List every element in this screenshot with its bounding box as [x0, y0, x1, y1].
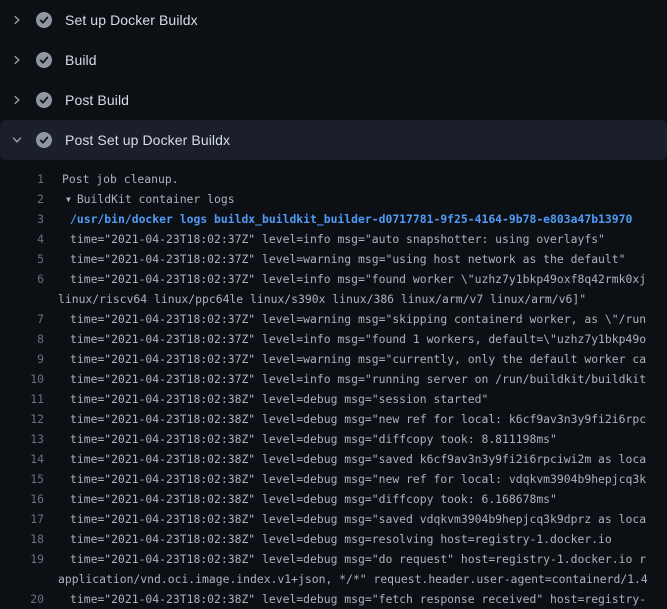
log-row: 8time="2021-04-23T18:02:37Z" level=info …: [0, 329, 667, 349]
log-group-toggle[interactable]: ▼ BuildKit container logs: [0, 189, 667, 209]
log-row: 2 ▼ BuildKit container logs: [0, 189, 667, 209]
log-row: 14time="2021-04-23T18:02:38Z" level=debu…: [0, 449, 667, 469]
line-number[interactable]: 1: [0, 169, 44, 189]
log-row: 17time="2021-04-23T18:02:38Z" level=debu…: [0, 509, 667, 529]
log-row: 4time="2021-04-23T18:02:37Z" level=info …: [0, 229, 667, 249]
log-row: 15time="2021-04-23T18:02:38Z" level=debu…: [0, 469, 667, 489]
log-row: 3/usr/bin/docker logs buildx_buildkit_bu…: [0, 209, 667, 229]
line-number[interactable]: 14: [0, 449, 44, 469]
step-label: Build: [65, 52, 97, 68]
step-label: Set up Docker Buildx: [65, 12, 198, 28]
log-row: 12time="2021-04-23T18:02:38Z" level=debu…: [0, 409, 667, 429]
line-number[interactable]: 2: [0, 189, 44, 209]
line-number[interactable]: 3: [0, 209, 44, 229]
line-number[interactable]: 15: [0, 469, 44, 489]
line-number[interactable]: 17: [0, 509, 44, 529]
log-row: 6time="2021-04-23T18:02:37Z" level=info …: [0, 269, 667, 289]
log-text: time="2021-04-23T18:02:38Z" level=debug …: [0, 449, 667, 469]
check-circle-icon: [36, 52, 52, 68]
chevron-right-icon: [11, 54, 23, 66]
line-number[interactable]: 4: [0, 229, 44, 249]
log-row: 1Post job cleanup.: [0, 169, 667, 189]
log-row: linux/riscv64 linux/ppc64le linux/s390x …: [0, 289, 667, 309]
line-number[interactable]: 5: [0, 249, 44, 269]
steps-list: Set up Docker Buildx Build Post Build Post …: [0, 0, 667, 160]
log-text: time="2021-04-23T18:02:38Z" level=debug …: [0, 409, 667, 429]
log-text: time="2021-04-23T18:02:38Z" level=debug …: [0, 389, 667, 409]
log-text: time="2021-04-23T18:02:38Z" level=debug …: [0, 489, 667, 509]
log-row: application/vnd.oci.image.index.v1+json,…: [0, 569, 667, 589]
log-row: 10time="2021-04-23T18:02:37Z" level=info…: [0, 369, 667, 389]
line-number[interactable]: 6: [0, 269, 44, 289]
line-number[interactable]: 18: [0, 529, 44, 549]
log-command-text: /usr/bin/docker logs buildx_buildkit_bui…: [0, 209, 667, 229]
chevron-down-icon: [11, 134, 23, 146]
log-row: 16time="2021-04-23T18:02:38Z" level=debu…: [0, 489, 667, 509]
log-text: time="2021-04-23T18:02:38Z" level=debug …: [0, 589, 667, 609]
check-circle-icon: [36, 12, 52, 28]
log-row: 13time="2021-04-23T18:02:38Z" level=debu…: [0, 429, 667, 449]
step-row-build[interactable]: Build: [0, 40, 667, 80]
log-text: application/vnd.oci.image.index.v1+json,…: [0, 569, 667, 589]
log-row: 11time="2021-04-23T18:02:38Z" level=debu…: [0, 389, 667, 409]
log-row: 9time="2021-04-23T18:02:37Z" level=warni…: [0, 349, 667, 369]
triangle-down-icon: ▼: [66, 190, 71, 209]
log-row: 5time="2021-04-23T18:02:37Z" level=warni…: [0, 249, 667, 269]
line-number[interactable]: 8: [0, 329, 44, 349]
line-number[interactable]: 16: [0, 489, 44, 509]
line-number[interactable]: 7: [0, 309, 44, 329]
step-label: Post Set up Docker Buildx: [65, 132, 230, 148]
line-number[interactable]: 20: [0, 589, 44, 609]
log-lines: 1Post job cleanup.2 ▼ BuildKit container l…: [0, 160, 667, 609]
log-text: time="2021-04-23T18:02:37Z" level=info m…: [0, 329, 667, 349]
log-text: time="2021-04-23T18:02:38Z" level=debug …: [0, 429, 667, 449]
chevron-right-icon: [11, 94, 23, 106]
step-row-post-build[interactable]: Post Build: [0, 80, 667, 120]
step-label: Post Build: [65, 92, 129, 108]
log-row: 18time="2021-04-23T18:02:38Z" level=debu…: [0, 529, 667, 549]
log-text: time="2021-04-23T18:02:38Z" level=debug …: [0, 529, 667, 549]
log-text: time="2021-04-23T18:02:38Z" level=debug …: [0, 549, 667, 569]
log-group-label: BuildKit container logs: [77, 192, 235, 206]
log-row: 20time="2021-04-23T18:02:38Z" level=debu…: [0, 589, 667, 609]
line-number[interactable]: 11: [0, 389, 44, 409]
log-text: time="2021-04-23T18:02:37Z" level=warnin…: [0, 249, 667, 269]
log-text: time="2021-04-23T18:02:37Z" level=info m…: [0, 369, 667, 389]
line-number[interactable]: 12: [0, 409, 44, 429]
line-number[interactable]: 19: [0, 549, 44, 569]
log-text: time="2021-04-23T18:02:37Z" level=warnin…: [0, 309, 667, 329]
chevron-right-icon: [11, 14, 23, 26]
log-text: time="2021-04-23T18:02:37Z" level=info m…: [0, 229, 667, 249]
line-number[interactable]: 13: [0, 429, 44, 449]
log-text: linux/riscv64 linux/ppc64le linux/s390x …: [0, 289, 667, 309]
check-circle-icon: [36, 132, 52, 148]
step-row-post-set-up-docker-buildx[interactable]: Post Set up Docker Buildx: [0, 120, 667, 160]
log-row: 19time="2021-04-23T18:02:38Z" level=debu…: [0, 549, 667, 569]
log-row: 7time="2021-04-23T18:02:37Z" level=warni…: [0, 309, 667, 329]
log-text: time="2021-04-23T18:02:38Z" level=debug …: [0, 469, 667, 489]
log-text: time="2021-04-23T18:02:38Z" level=debug …: [0, 509, 667, 529]
line-number[interactable]: 10: [0, 369, 44, 389]
log-text: time="2021-04-23T18:02:37Z" level=warnin…: [0, 349, 667, 369]
line-number[interactable]: 9: [0, 349, 44, 369]
log-text: time="2021-04-23T18:02:37Z" level=info m…: [0, 269, 667, 289]
log-text: Post job cleanup.: [0, 169, 667, 189]
check-circle-icon: [36, 92, 52, 108]
step-row-set-up-docker-buildx[interactable]: Set up Docker Buildx: [0, 0, 667, 40]
